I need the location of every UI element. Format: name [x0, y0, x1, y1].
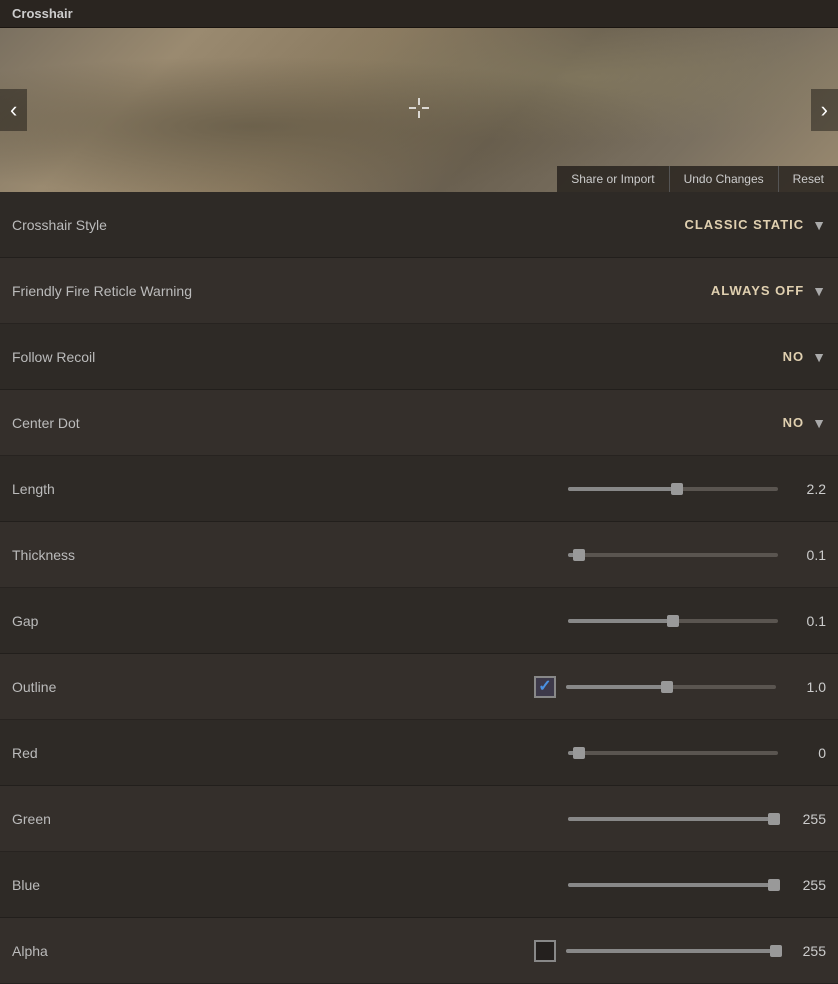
dropdown-friendly-fire[interactable]: Always Off ▼ [711, 283, 826, 299]
slider-track-blue[interactable] [568, 883, 778, 887]
slider-track-thickness[interactable] [568, 553, 778, 557]
setting-control-friendly-fire: Always Off ▼ [232, 283, 826, 299]
setting-control-center-dot: No ▼ [232, 415, 826, 431]
title-bar: Crosshair [0, 0, 838, 28]
slider-track-length[interactable] [568, 487, 778, 491]
setting-label-follow-recoil: Follow Recoil [12, 349, 232, 365]
slider-value-red: 0 [786, 745, 826, 761]
setting-control-follow-recoil: No ▼ [232, 349, 826, 365]
slider-value-gap: 0.1 [786, 613, 826, 629]
chevron-down-icon: ▼ [812, 349, 826, 365]
preview-area: ‹ › Share or Import Undo Changes Reset [0, 28, 838, 192]
checkbox-outline[interactable]: ✓ [534, 676, 556, 698]
slider-track-outline[interactable] [566, 685, 776, 689]
setting-control-crosshair-style: Classic Static ▼ [232, 217, 826, 233]
slider-value-alpha: 255 [786, 943, 826, 959]
setting-label-green: Green [12, 811, 232, 827]
setting-label-gap: Gap [12, 613, 232, 629]
slider-container-length: 2.2 [232, 481, 826, 497]
setting-row-green: Green 255 [0, 786, 838, 852]
setting-label-outline: Outline [12, 679, 232, 695]
slider-thumb-thickness[interactable] [573, 549, 585, 561]
slider-value-green: 255 [786, 811, 826, 827]
slider-thumb-length[interactable] [671, 483, 683, 495]
reset-button[interactable]: Reset [778, 166, 838, 192]
setting-control-length: 2.2 [232, 481, 826, 497]
slider-track-green[interactable] [568, 817, 778, 821]
slider-track-gap[interactable] [568, 619, 778, 623]
setting-control-green: 255 [232, 811, 826, 827]
slider-container-thickness: 0.1 [232, 547, 826, 563]
slider-value-outline: 1.0 [786, 679, 826, 695]
preview-action-buttons: Share or Import Undo Changes Reset [557, 166, 838, 192]
dropdown-center-dot[interactable]: No ▼ [783, 415, 826, 431]
dropdown-crosshair-style[interactable]: Classic Static ▼ [684, 217, 826, 233]
slider-thumb-red[interactable] [573, 747, 585, 759]
setting-row-gap: Gap 0.1 [0, 588, 838, 654]
checkmark-icon: ✓ [538, 679, 551, 695]
page-title: Crosshair [12, 6, 73, 21]
slider-value-thickness: 0.1 [786, 547, 826, 563]
dropdown-value-friendly-fire: Always Off [711, 283, 804, 298]
setting-row-follow-recoil: Follow Recoil No ▼ [0, 324, 838, 390]
slider-thumb-gap[interactable] [667, 615, 679, 627]
slider-container-green: 255 [232, 811, 826, 827]
dropdown-value-center-dot: No [783, 415, 805, 430]
settings-panel: Crosshair StyleClassic Static▼Friendly F… [0, 192, 838, 984]
slider-thumb-outline[interactable] [661, 681, 673, 693]
slider-thumb-green[interactable] [768, 813, 780, 825]
slider-value-blue: 255 [786, 877, 826, 893]
undo-changes-button[interactable]: Undo Changes [669, 166, 778, 192]
setting-row-red: Red 0 [0, 720, 838, 786]
setting-label-friendly-fire: Friendly Fire Reticle Warning [12, 283, 232, 299]
slider-thumb-blue[interactable] [768, 879, 780, 891]
setting-label-length: Length [12, 481, 232, 497]
slider-track-red[interactable] [568, 751, 778, 755]
dropdown-follow-recoil[interactable]: No ▼ [783, 349, 826, 365]
setting-control-blue: 255 [232, 877, 826, 893]
setting-row-thickness: Thickness 0.1 [0, 522, 838, 588]
chevron-down-icon: ▼ [812, 283, 826, 299]
dropdown-value-follow-recoil: No [783, 349, 805, 364]
checkbox-alpha[interactable] [534, 940, 556, 962]
slider-container-blue: 255 [232, 877, 826, 893]
slider-container-gap: 0.1 [232, 613, 826, 629]
setting-label-blue: Blue [12, 877, 232, 893]
setting-label-alpha: Alpha [12, 943, 232, 959]
share-import-button[interactable]: Share or Import [557, 166, 668, 192]
chevron-down-icon: ▼ [812, 217, 826, 233]
setting-label-red: Red [12, 745, 232, 761]
setting-label-crosshair-style: Crosshair Style [12, 217, 232, 233]
setting-control-alpha: 255 [232, 940, 826, 962]
setting-row-outline: Outline ✓ 1.0 [0, 654, 838, 720]
chevron-down-icon: ▼ [812, 415, 826, 431]
setting-control-thickness: 0.1 [232, 547, 826, 563]
setting-row-alpha: Alpha 255 [0, 918, 838, 984]
setting-label-thickness: Thickness [12, 547, 232, 563]
setting-control-red: 0 [232, 745, 826, 761]
setting-control-gap: 0.1 [232, 613, 826, 629]
slider-value-length: 2.2 [786, 481, 826, 497]
setting-row-blue: Blue 255 [0, 852, 838, 918]
dropdown-value-crosshair-style: Classic Static [684, 217, 804, 232]
slider-container-red: 0 [232, 745, 826, 761]
next-arrow-button[interactable]: › [811, 89, 838, 131]
setting-row-length: Length 2.2 [0, 456, 838, 522]
setting-row-center-dot: Center Dot No ▼ [0, 390, 838, 456]
slider-thumb-alpha[interactable] [770, 945, 782, 957]
setting-row-crosshair-style: Crosshair Style Classic Static ▼ [0, 192, 838, 258]
slider-track-alpha[interactable] [566, 949, 776, 953]
setting-row-friendly-fire: Friendly Fire Reticle Warning Always Off ▼ [0, 258, 838, 324]
prev-arrow-button[interactable]: ‹ [0, 89, 27, 131]
setting-label-center-dot: Center Dot [12, 415, 232, 431]
setting-control-outline: ✓ 1.0 [232, 676, 826, 698]
